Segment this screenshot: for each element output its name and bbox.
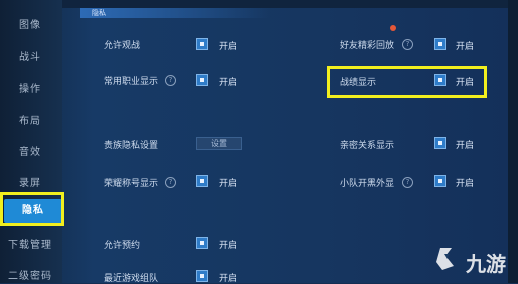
recent-team-state: 开启 <box>219 274 238 284</box>
info-icon[interactable]: ? <box>165 75 176 86</box>
common-role-state: 开启 <box>219 78 238 88</box>
recent-team-checkbox[interactable] <box>196 270 208 282</box>
allow-spectate-checkbox[interactable] <box>196 38 208 50</box>
sidebar-item-secondary-password[interactable]: 二级密码 <box>0 267 60 282</box>
friend-highlight-checkbox[interactable] <box>434 38 446 50</box>
new-badge-dot <box>390 25 396 31</box>
honor-title-label: 荣耀称号显示 <box>104 179 159 189</box>
intimate-checkbox[interactable] <box>434 137 446 149</box>
team-open-label: 小队开黑外显 <box>340 179 395 189</box>
sidebar-item-sound[interactable]: 音效 <box>4 143 56 158</box>
info-icon[interactable]: ? <box>402 39 413 50</box>
team-open-checkbox[interactable] <box>434 175 446 187</box>
info-icon[interactable]: ? <box>402 177 413 188</box>
watermark-text: 九游 <box>466 252 506 276</box>
highlight-box-record-display <box>327 66 487 98</box>
allow-invite-label: 允许预约 <box>104 241 141 251</box>
friend-highlight-label: 好友精彩回放 <box>340 41 395 51</box>
settings-sidebar: 图像 战斗 操作 布局 音效 录屏 隐私 下载管理 二级密码 <box>0 0 62 283</box>
allow-spectate-label: 允许观战 <box>104 41 141 51</box>
recent-team-label: 最近游戏组队 <box>104 274 159 284</box>
intimate-state: 开启 <box>456 141 475 151</box>
highlight-box-privacy-tab <box>0 192 64 226</box>
sidebar-item-recording[interactable]: 录屏 <box>4 174 56 189</box>
allow-spectate-state: 开启 <box>219 42 238 52</box>
sidebar-item-layout[interactable]: 布局 <box>4 112 56 127</box>
section-header-bar <box>80 8 270 18</box>
sidebar-item-combat[interactable]: 战斗 <box>4 48 56 63</box>
allow-invite-checkbox[interactable] <box>196 237 208 249</box>
common-role-label: 常用职业显示 <box>104 77 159 87</box>
honor-title-state: 开启 <box>219 179 238 189</box>
common-role-checkbox[interactable] <box>196 74 208 86</box>
tribe-privacy-settings-button[interactable]: 设置 <box>196 137 242 150</box>
tribe-privacy-label: 贵族隐私设置 <box>104 141 159 151</box>
intimate-label: 亲密关系显示 <box>340 141 395 151</box>
right-edge <box>508 0 518 283</box>
team-open-state: 开启 <box>456 179 475 189</box>
section-title: 隐私 <box>92 9 106 17</box>
honor-title-checkbox[interactable] <box>196 175 208 187</box>
sidebar-item-downloads[interactable]: 下载管理 <box>0 236 60 251</box>
sidebar-item-controls[interactable]: 操作 <box>4 80 56 95</box>
top-strip <box>0 0 518 8</box>
info-icon[interactable]: ? <box>165 177 176 188</box>
friend-highlight-state: 开启 <box>456 42 475 52</box>
sidebar-item-image[interactable]: 图像 <box>4 16 56 31</box>
allow-invite-state: 开启 <box>219 241 238 251</box>
